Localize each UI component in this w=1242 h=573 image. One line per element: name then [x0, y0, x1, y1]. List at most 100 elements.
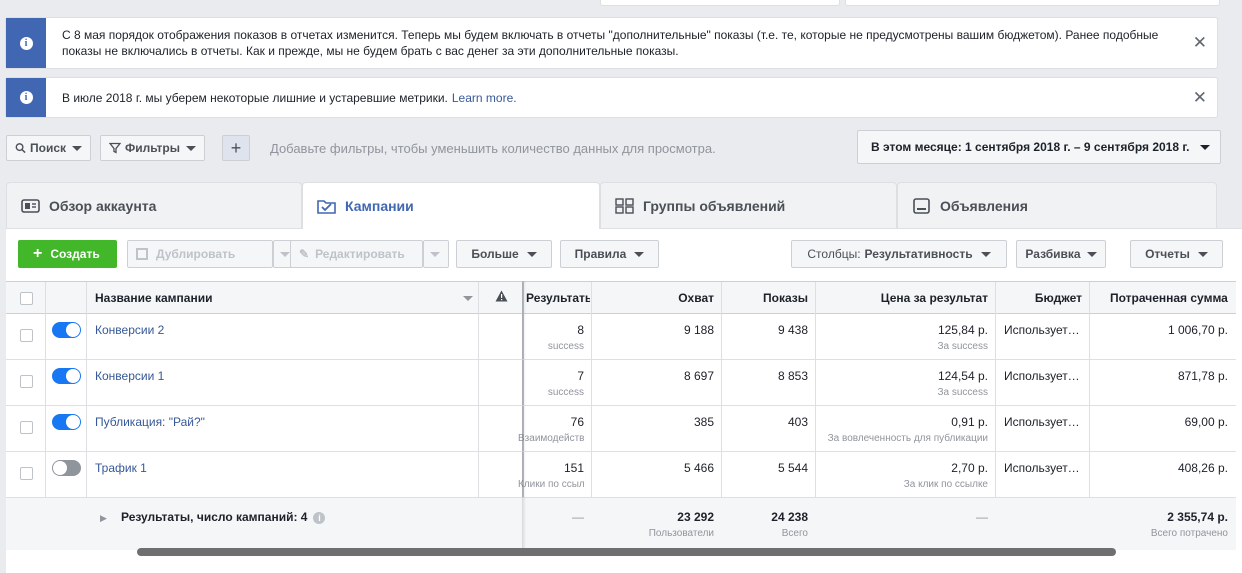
- table-row[interactable]: Трафик 1 151 Клики по ссылке 5 466 5 544 2,70…: [6, 452, 1236, 498]
- results-sub: success: [547, 387, 584, 398]
- breakdown-button[interactable]: Разбивка: [1016, 240, 1106, 268]
- filter-toolbar: Поиск Фильтры + Добавьте фильтры, чтобы …: [6, 134, 716, 162]
- row-checkbox[interactable]: [20, 375, 33, 388]
- tab-label: Группы объявлений: [643, 197, 786, 214]
- column-header-budget[interactable]: Бюджет: [996, 282, 1082, 314]
- tab-label: Обзор аккаунта: [49, 197, 157, 214]
- search-button[interactable]: Поиск: [6, 135, 91, 161]
- impressions-value: 9 438: [777, 323, 808, 337]
- campaign-name-link[interactable]: Трафик 1: [95, 461, 465, 475]
- learn-more-link[interactable]: Learn more.: [452, 90, 517, 106]
- spent-value: 1 006,70 р.: [1167, 323, 1228, 337]
- rules-button[interactable]: Правила: [560, 240, 659, 268]
- pencil-icon: ✎: [299, 247, 310, 261]
- tab-ad-sets[interactable]: Группы объявлений: [600, 182, 897, 228]
- plus-icon: +: [33, 245, 43, 262]
- totals-results: —: [572, 510, 584, 524]
- select-all-checkbox[interactable]: [20, 292, 33, 305]
- info-icon: i: [313, 512, 326, 524]
- totals-spent: 2 355,74 р.: [1167, 510, 1228, 524]
- totals-row: ▶ Результаты, число кампаний: 4i — 23 29…: [6, 498, 1236, 550]
- campaign-toggle[interactable]: [52, 322, 81, 338]
- date-range-picker[interactable]: В этом месяце: 1 сентября 2018 г. – 9 се…: [857, 130, 1221, 164]
- filters-button[interactable]: Фильтры: [100, 135, 205, 161]
- results-sub: Взаимодействия: [518, 433, 584, 444]
- tab-label: Объявления: [940, 197, 1028, 214]
- results-value: 151: [563, 461, 584, 475]
- column-header-cost[interactable]: Цена за результат: [816, 282, 988, 314]
- close-icon[interactable]: ✕: [1193, 88, 1207, 108]
- table-row[interactable]: Публикация: "Рай?" 76 Взаимодействия 385 403…: [6, 406, 1236, 452]
- top-strip: [0, 0, 1242, 6]
- campaign-name-link[interactable]: Конверсии 2: [95, 323, 465, 337]
- columns-value: Результативность: [864, 247, 973, 261]
- notice-banner-metrics: i В июле 2018 г. мы уберем некоторые лиш…: [5, 77, 1218, 118]
- campaign-name-link[interactable]: Публикация: "Рай?": [95, 415, 465, 429]
- search-icon: [15, 143, 26, 154]
- cost-value: 0,91 р.: [951, 415, 988, 429]
- folder-check-icon: [317, 198, 337, 214]
- table-row[interactable]: Конверсии 2 8 success 9 188 9 438 125,84 р. За…: [6, 314, 1236, 360]
- campaign-toggle[interactable]: [52, 368, 81, 384]
- ad-icon: [912, 197, 932, 214]
- reach-value: 385: [693, 415, 714, 429]
- action-toolbar: + Создать Дублировать ✎ Редактировать Бо…: [18, 240, 1224, 268]
- campaign-toggle[interactable]: [52, 460, 81, 476]
- notice-banner-impressions: i С 8 мая порядок отображения показов в …: [5, 17, 1218, 69]
- totals-reach-sub: Пользователи: [648, 528, 714, 539]
- column-header-spent[interactable]: Потраченная сумма: [1110, 282, 1236, 314]
- spent-value: 408,26 р.: [1177, 461, 1228, 475]
- impressions-value: 8 853: [777, 369, 808, 383]
- create-button[interactable]: + Создать: [18, 240, 117, 268]
- table-row[interactable]: Конверсии 1 7 success 8 697 8 853 124,54 р. За…: [6, 360, 1236, 406]
- notice-text: В июле 2018 г. мы уберем некоторые лишни…: [62, 90, 517, 106]
- results-sub: success: [547, 341, 584, 352]
- breakdown-label: Разбивка: [1025, 247, 1081, 261]
- plus-icon: +: [230, 137, 242, 158]
- row-checkbox[interactable]: [20, 329, 33, 342]
- more-button[interactable]: Больше: [456, 240, 552, 268]
- filter-hint: Добавьте фильтры, чтобы уменьшить количе…: [270, 140, 716, 156]
- results-sub: Клики по ссылке: [518, 479, 584, 490]
- close-icon[interactable]: ✕: [1193, 33, 1207, 53]
- cost-sub: За success: [937, 341, 988, 352]
- results-value: 8: [577, 323, 584, 337]
- impressions-value: 403: [787, 415, 808, 429]
- row-checkbox[interactable]: [20, 467, 33, 480]
- results-value: 7: [577, 369, 584, 383]
- cost-sub: За клик по ссылке: [903, 479, 988, 490]
- campaign-toggle[interactable]: [52, 414, 81, 430]
- reports-label: Отчеты: [1145, 247, 1190, 261]
- budget-value: Используется...: [1004, 323, 1084, 337]
- tab-account-overview[interactable]: Обзор аккаунта: [6, 182, 302, 228]
- column-header-results[interactable]: Результаты: [526, 282, 590, 314]
- spent-value: 871,78 р.: [1177, 369, 1228, 383]
- column-header-name[interactable]: Название кампании: [95, 282, 465, 314]
- tab-campaigns[interactable]: Кампании: [302, 182, 600, 229]
- columns-button[interactable]: Столбцы: Результативность: [791, 240, 1007, 268]
- level-tabs: Обзор аккаунта Кампании Группы объявлени…: [0, 182, 1242, 229]
- info-icon: i: [6, 18, 46, 68]
- campaigns-table: Название кампании Результаты Охват Показ…: [6, 281, 1236, 550]
- column-header-reach[interactable]: Охват: [592, 282, 714, 314]
- duplicate-button[interactable]: Дублировать: [127, 240, 273, 268]
- notice-text: С 8 мая порядок отображения показов в от…: [62, 28, 1159, 58]
- impressions-value: 5 544: [777, 461, 808, 475]
- campaign-name-link[interactable]: Конверсии 1: [95, 369, 465, 383]
- reach-value: 9 188: [683, 323, 714, 337]
- budget-value: Используется...: [1004, 415, 1084, 429]
- tab-ads[interactable]: Объявления: [897, 182, 1217, 228]
- edit-dropdown[interactable]: [423, 240, 449, 268]
- funnel-icon: [109, 142, 121, 154]
- cost-value: 125,84 р.: [937, 323, 988, 337]
- expand-icon[interactable]: ▶: [100, 513, 107, 524]
- column-header-impressions[interactable]: Показы: [722, 282, 808, 314]
- row-checkbox[interactable]: [20, 421, 33, 434]
- add-filter-button[interactable]: +: [222, 135, 250, 161]
- chevron-down-icon: [280, 251, 290, 257]
- edit-label: Редактировать: [315, 247, 405, 261]
- horizontal-scrollbar[interactable]: [137, 548, 1116, 556]
- reports-button[interactable]: Отчеты: [1130, 240, 1223, 268]
- sort-icon[interactable]: [463, 296, 473, 301]
- edit-button[interactable]: ✎ Редактировать: [290, 240, 423, 268]
